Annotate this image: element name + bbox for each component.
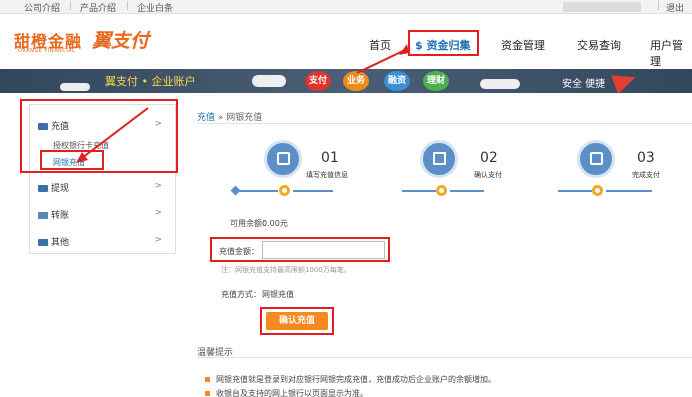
nav-fund-management[interactable]: 资金管理	[501, 37, 545, 53]
cloud-decoration	[480, 79, 520, 89]
badge-business: 业务	[343, 71, 369, 91]
logo-yizhifu[interactable]: 翼支付	[92, 26, 149, 53]
top-bar: 公司介绍 | 产品介绍 | 企业白条 | 退出	[0, 0, 692, 14]
step-label: 确认支付	[474, 171, 502, 179]
step-fill-icon	[264, 140, 302, 178]
step-label: 完成支付	[632, 171, 660, 179]
tip-item: 收银台及支持的网上银行以页面显示为准。	[205, 388, 368, 397]
screen-icon	[433, 152, 446, 165]
chevron-right-icon: >	[154, 208, 162, 218]
chevron-right-icon: >	[154, 181, 162, 191]
step-number: 01	[321, 150, 339, 166]
tip-text: 网银充值就是登录到对应银行网银完成充值，充值成功后企业账户的余额增加。	[216, 375, 496, 384]
tip-item: 网银充值就是登录到对应银行网银完成充值，充值成功后企业账户的余额增加。	[205, 374, 496, 385]
top-link-company[interactable]: 公司介绍	[24, 1, 60, 14]
sidebar-item-label: 提现	[51, 184, 70, 194]
breadcrumb-recharge[interactable]: 充值	[197, 113, 215, 123]
sidebar-item-label: 其他	[51, 238, 70, 248]
step-complete-icon	[577, 140, 615, 178]
bullet-icon	[205, 377, 210, 382]
progress-dot	[279, 185, 290, 196]
user-info-blurred	[563, 2, 641, 12]
transfer-icon	[38, 212, 48, 219]
method-label: 充值方式：	[221, 290, 261, 299]
logout-link[interactable]: 退出	[666, 1, 684, 14]
progress-track	[402, 190, 436, 192]
header: 甜橙金融 ORANGE FINANCIAL 翼支付 首页 $ 资金归集 资金管理…	[0, 15, 692, 69]
step-number: 03	[637, 150, 655, 166]
nav-home[interactable]: 首页	[369, 37, 391, 53]
badge-wealth: 理财	[423, 71, 449, 91]
top-link-products[interactable]: 产品介绍	[80, 1, 116, 14]
banner-slogan: 安全 便捷	[562, 79, 606, 90]
breadcrumb: 充值 » 网银充值	[197, 110, 262, 123]
highlight-confirm-button	[260, 307, 334, 335]
divider	[197, 357, 692, 358]
withdraw-icon	[38, 185, 48, 192]
progress-track	[238, 190, 278, 192]
sidebar-item-transfer[interactable]: 转账 >	[38, 208, 168, 221]
divider	[197, 123, 692, 124]
breadcrumb-sep: »	[215, 113, 227, 123]
bullet-icon	[205, 391, 210, 396]
method-value: 网银充值	[262, 290, 294, 299]
badge-financing: 融资	[384, 71, 410, 91]
top-sep: |	[126, 1, 130, 11]
more-icon	[38, 239, 48, 246]
progress-track	[606, 190, 652, 192]
cloud-decoration	[252, 75, 286, 87]
sidebar-item-other[interactable]: 其他 >	[38, 235, 168, 248]
highlight-nav-fund-collection	[408, 30, 479, 56]
breadcrumb-page: 网银充值	[226, 113, 263, 123]
progress-dot	[436, 185, 447, 196]
nav-transaction-query[interactable]: 交易查询	[577, 37, 621, 53]
top-sep: |	[657, 1, 661, 11]
progress-dot	[592, 185, 603, 196]
top-link-whitebar[interactable]: 企业白条	[137, 1, 173, 14]
balance-value: 0.00元	[262, 219, 288, 228]
highlight-online-banking	[40, 150, 104, 170]
progress-track	[293, 190, 333, 192]
step-label: 填写充值信息	[306, 171, 348, 179]
progress-track	[450, 190, 484, 192]
tip-text: 收银台及支持的网上银行以页面显示为准。	[216, 389, 368, 397]
banner: 翼支付 • 企业账户 支付 业务 融资 理财 安全 便捷	[0, 69, 692, 93]
step-confirm-icon	[420, 140, 458, 178]
top-sep: |	[69, 1, 73, 11]
sidebar-item-withdraw[interactable]: 提现 >	[38, 181, 168, 194]
nav-user-management[interactable]: 用户管理	[650, 37, 692, 69]
document-icon	[590, 152, 603, 165]
limit-note: 注：网银充值支持最高限额1000万每笔。	[221, 266, 351, 274]
banner-title: 翼支付 • 企业账户	[105, 75, 196, 88]
form-icon	[277, 152, 290, 165]
sidebar-item-label: 转账	[51, 211, 70, 221]
highlight-amount-field	[210, 237, 390, 262]
chevron-right-icon: >	[154, 235, 162, 245]
cloud-decoration	[60, 83, 90, 91]
logo-subtitle: ORANGE FINANCIAL	[18, 48, 76, 54]
progress-track	[558, 190, 592, 192]
badge-payment: 支付	[305, 71, 331, 91]
step-number: 02	[480, 150, 498, 166]
